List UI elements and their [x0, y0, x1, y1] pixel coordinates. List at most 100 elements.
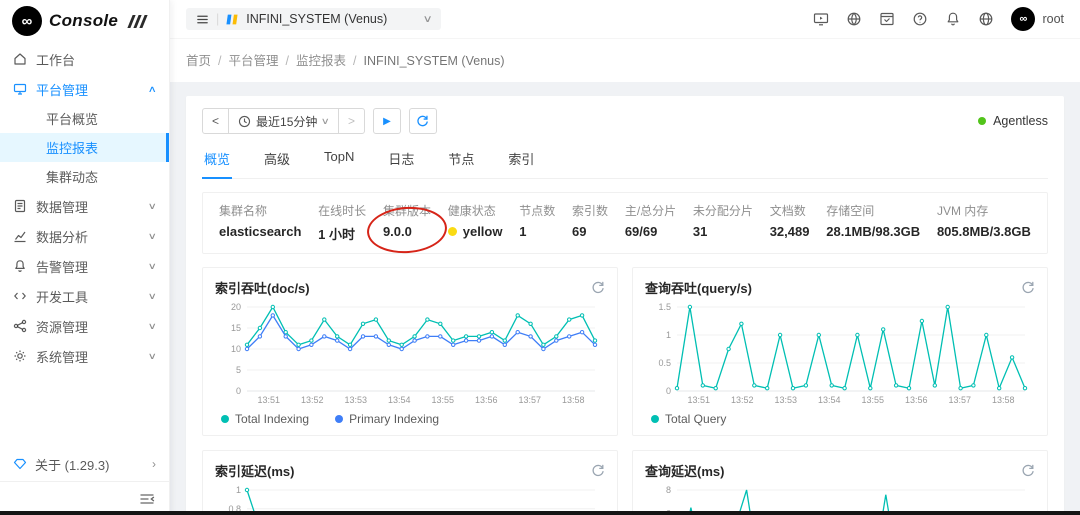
time-range-group: < 最近15分钟 ∨ >	[202, 108, 365, 134]
infini-logo-icon: ∞	[12, 6, 42, 36]
logo-text: Console	[49, 11, 119, 30]
chart-title: 查询延迟(ms)	[645, 464, 725, 479]
svg-text:13:52: 13:52	[301, 395, 324, 405]
legend-label: Total Indexing	[235, 412, 310, 426]
health-dot-icon	[447, 227, 457, 236]
tabs: 概览 高级 TopN 日志 节点 索引	[202, 144, 1048, 179]
time-range-button[interactable]: 最近15分钟 ∨	[228, 108, 339, 134]
stat-value: yellow	[447, 224, 502, 239]
tab-4[interactable]: 节点	[446, 144, 476, 178]
chart-title: 索引延迟(ms)	[215, 464, 295, 479]
platform-icon	[13, 83, 27, 95]
divider: |	[216, 12, 220, 26]
sidebar-item-label: 告警管理	[36, 259, 89, 275]
tab-5[interactable]: 索引	[506, 144, 536, 178]
stat-value: 32,489	[769, 224, 810, 239]
sidebar-item-workbench[interactable]: 工作台	[0, 44, 169, 74]
sidebar-item-platform-overview[interactable]: 平台概览	[0, 104, 169, 133]
legend-item[interactable]: Total Indexing	[221, 412, 309, 426]
sidebar-item-data-management[interactable]: 数据管理 ∨	[0, 191, 169, 221]
refresh-button[interactable]	[408, 108, 437, 134]
tab-0[interactable]: 概览	[202, 144, 233, 179]
sidebar-item-resource-management[interactable]: 资源管理 ∨	[0, 311, 169, 341]
help-icon[interactable]	[912, 11, 928, 27]
sidebar-item-dev-tools[interactable]: 开发工具 ∨	[0, 281, 169, 311]
sidebar-item-monitoring[interactable]: 监控报表	[0, 133, 169, 162]
screen-icon[interactable]	[813, 11, 829, 27]
globe-icon[interactable]	[978, 11, 994, 27]
sidebar-item-about[interactable]: 关于 (1.29.3) ›	[0, 447, 169, 481]
chevron-down-icon: ∨	[148, 320, 158, 331]
chart-refresh-icon[interactable]	[1021, 464, 1035, 478]
sidebar-item-cluster-activities[interactable]: 集群动态	[0, 162, 169, 191]
chevron-down-icon: ∨	[148, 230, 158, 241]
stat-item: 索引数 69	[572, 202, 608, 243]
code-icon	[14, 292, 26, 300]
stat-label: 未分配分片	[692, 204, 753, 218]
gem-icon	[13, 458, 27, 470]
legend-item[interactable]: Primary Indexing	[335, 412, 439, 426]
chart-header: 查询延迟(ms)	[645, 461, 1035, 480]
chart-legend: Total Indexing Primary Indexing	[215, 407, 605, 429]
stat-label: 存储空间	[826, 204, 875, 218]
svg-text:13:51: 13:51	[687, 395, 710, 405]
page-content: < 最近15分钟 ∨ > ▶ Agentless 概览 高级 TopN 日志 节…	[170, 82, 1080, 515]
stat-label: 健康状态	[447, 204, 496, 218]
time-prev-button[interactable]: <	[202, 108, 230, 134]
svg-text:1.5: 1.5	[658, 302, 671, 312]
sidebar-item-system-management[interactable]: 系统管理 ∨	[0, 341, 169, 371]
legend-label: Total Query	[665, 412, 727, 426]
cluster-selector[interactable]: | INFINI_SYSTEM (Venus) ∨	[186, 8, 441, 30]
chart-refresh-icon[interactable]	[591, 281, 605, 295]
chart-legend: Total Query	[645, 407, 1035, 429]
username[interactable]: root	[1042, 12, 1064, 26]
tab-1[interactable]: 高级	[262, 144, 292, 178]
stat-item: 文档数 32,489	[770, 202, 810, 243]
stat-value: elasticsearch	[219, 224, 302, 239]
bell-icon[interactable]	[945, 11, 961, 27]
chart-header: 查询吞吐(query/s)	[645, 278, 1035, 297]
legend-item[interactable]: Total Query	[651, 412, 726, 426]
menu-fold-icon[interactable]	[139, 492, 155, 506]
monitoring-card: < 最近15分钟 ∨ > ▶ Agentless 概览 高级 TopN 日志 节…	[186, 96, 1064, 515]
svg-text:15: 15	[231, 323, 241, 333]
tab-2[interactable]: TopN	[322, 144, 356, 178]
clock-icon	[238, 115, 251, 127]
stat-value: 1	[519, 224, 527, 239]
svg-text:0: 0	[666, 386, 671, 396]
app-window: ∞ Console 工作台 平台管理 ∧ 平台概览 监控报表 集群动态 数据管理…	[0, 0, 1080, 515]
breadcrumb-item[interactable]: 首页	[186, 54, 211, 68]
chart-refresh-icon[interactable]	[591, 464, 605, 478]
chart-plot-query-throughput: 0 0.5 1 1.5 13:51 13:52 13:53 13:54 13:55 13:56 13…	[658, 302, 1028, 405]
chart-header: 索引延迟(ms)	[215, 461, 605, 480]
svg-text:13:54: 13:54	[818, 395, 841, 405]
stat-value: 31	[692, 224, 708, 239]
sidebar-item-data-analysis[interactable]: 数据分析 ∨	[0, 221, 169, 251]
line-chart-icon	[14, 231, 26, 243]
refresh-icon	[417, 115, 429, 126]
stat-value: 1 小时	[318, 227, 356, 242]
auto-refresh-play-button[interactable]: ▶	[372, 108, 401, 134]
svg-text:1: 1	[236, 485, 241, 495]
stat-item: JVM 内存 805.8MB/3.8GB	[937, 202, 1031, 243]
sidebar-item-platform[interactable]: 平台管理 ∧	[0, 74, 169, 104]
chevron-down-icon: ∨	[148, 200, 158, 211]
sidebar: ∞ Console 工作台 平台管理 ∧ 平台概览 监控报表 集群动态 数据管理…	[0, 0, 170, 515]
tab-3[interactable]: 日志	[386, 144, 416, 178]
user-avatar[interactable]: ∞	[1011, 7, 1036, 31]
breadcrumb-item[interactable]: 平台管理	[229, 54, 279, 68]
network-icon[interactable]	[846, 11, 862, 27]
legend-dot-icon	[335, 415, 344, 423]
breadcrumb-item: INFINI_SYSTEM (Venus)	[363, 54, 505, 68]
svg-text:13:58: 13:58	[992, 395, 1015, 405]
chart-refresh-icon[interactable]	[1021, 281, 1035, 295]
window-icon[interactable]	[879, 11, 895, 27]
database-icon	[14, 199, 26, 213]
app-logo[interactable]: ∞ Console	[0, 0, 169, 42]
stat-item: 在线时长 1 小时	[318, 202, 366, 243]
breadcrumb-separator: /	[218, 54, 222, 68]
time-next-button[interactable]: >	[337, 108, 365, 134]
breadcrumb-item[interactable]: 监控报表	[296, 54, 346, 68]
sidebar-item-alerting[interactable]: 告警管理 ∨	[0, 251, 169, 281]
